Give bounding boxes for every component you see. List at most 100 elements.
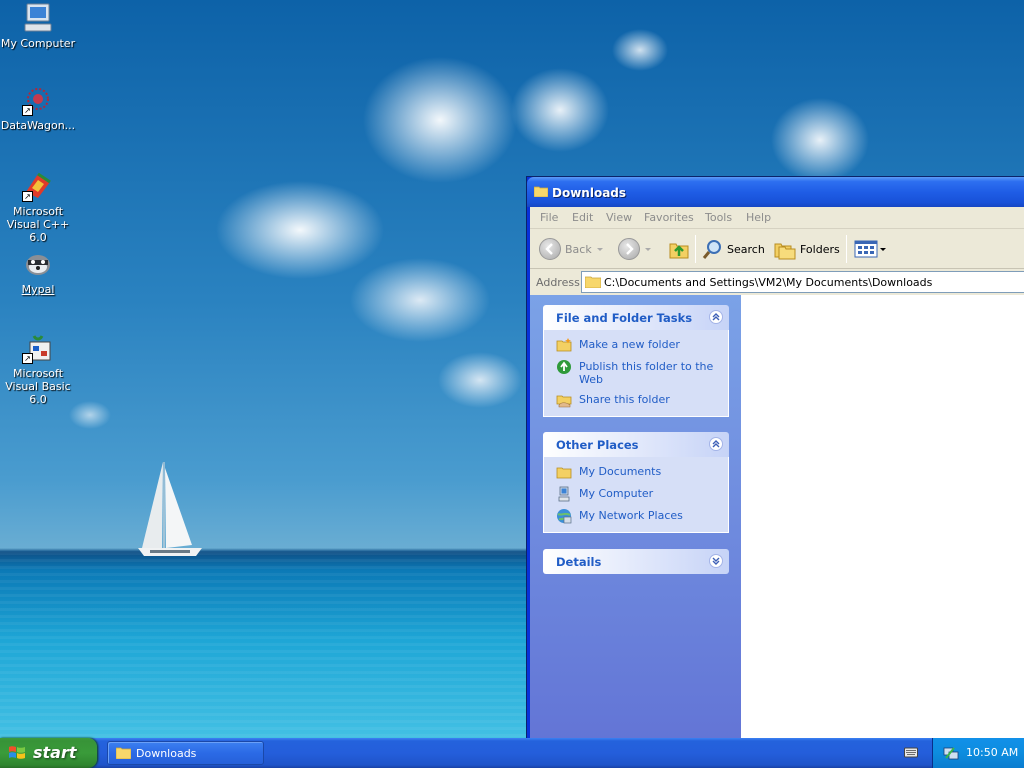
desktop-icon-visual-basic[interactable]: ↗ Microsoft Visual Basic 6.0 (0, 332, 78, 406)
up-folder-icon (669, 243, 689, 259)
sea-wallpaper (0, 552, 530, 738)
folders-button[interactable]: Folders (774, 235, 840, 263)
other-places-header[interactable]: Other Places (543, 432, 729, 457)
address-input[interactable]: C:\Documents and Settings\VM2\My Documen… (581, 271, 1024, 293)
my-computer-link[interactable]: My Computer (556, 486, 718, 502)
link-label: Share this folder (579, 393, 670, 406)
file-folder-tasks-panel: File and Folder Tasks Make a new folder (543, 305, 729, 417)
keyboard-icon[interactable] (904, 747, 918, 758)
address-bar: Address C:\Documents and Settings\VM2\My… (530, 269, 1024, 295)
sailboat-wallpaper (138, 462, 202, 556)
my-documents-link[interactable]: My Documents (556, 465, 718, 480)
explorer-window[interactable]: Downloads File Edit View Favorites Tools… (526, 176, 1024, 739)
address-label: Address (536, 276, 580, 289)
other-places-body: My Documents My Computer My Network Plac… (543, 457, 729, 533)
menu-tools[interactable]: Tools (705, 211, 732, 224)
publish-folder-web-link[interactable]: Publish this folder to the Web (556, 360, 718, 386)
details-header[interactable]: Details (543, 549, 729, 574)
network-tray-icon[interactable] (943, 745, 959, 761)
back-arrow-icon (539, 238, 561, 260)
share-folder-link[interactable]: Share this folder (556, 393, 718, 408)
link-label: Make a new folder (579, 338, 680, 351)
link-label: My Documents (579, 465, 662, 478)
desktop-icon-label: My Computer (0, 37, 76, 50)
back-button[interactable]: Back (539, 235, 603, 263)
my-computer-icon (22, 2, 54, 34)
system-tray: 10:50 AM (932, 738, 1024, 768)
visual-cpp-icon: ↗ (22, 170, 54, 202)
visual-basic-icon: ↗ (22, 332, 54, 364)
desktop-icon-my-computer[interactable]: My Computer (0, 2, 78, 50)
up-folder-button[interactable] (668, 235, 690, 263)
views-icon (854, 240, 878, 258)
my-documents-icon (556, 467, 572, 479)
title-bar[interactable]: Downloads (527, 177, 1024, 207)
link-label: My Computer (579, 487, 654, 500)
search-button[interactable]: Search (701, 235, 765, 263)
details-panel: Details (543, 549, 729, 574)
my-computer-icon (558, 486, 570, 502)
my-network-places-link[interactable]: My Network Places (556, 509, 718, 524)
desktop-icon-mypal[interactable]: Mypal (0, 248, 78, 296)
new-folder-icon (556, 338, 572, 352)
shortcut-arrow-icon: ↗ (22, 191, 33, 202)
desktop-icon-datawagon[interactable]: ↗ DataWagon... (0, 84, 78, 132)
views-button[interactable] (854, 235, 886, 263)
desktop-icon-label: Mypal (21, 283, 55, 296)
start-label: start (33, 743, 77, 762)
folder-icon (116, 747, 131, 759)
menu-view[interactable]: View (606, 211, 632, 224)
clock[interactable]: 10:50 AM (966, 746, 1018, 759)
menu-edit[interactable]: Edit (572, 211, 593, 224)
publish-web-icon (557, 360, 571, 374)
search-label: Search (727, 242, 765, 256)
forward-dropdown-icon[interactable] (645, 247, 651, 251)
other-places-panel: Other Places My Documents My Computer My… (543, 432, 729, 533)
link-label: Publish this folder to the Web (579, 360, 714, 386)
back-dropdown-icon[interactable] (596, 247, 603, 251)
file-folder-tasks-body: Make a new folder Publish this folder to… (543, 330, 729, 417)
mypal-icon (22, 248, 54, 280)
menu-help[interactable]: Help (746, 211, 771, 224)
folders-icon (774, 243, 796, 260)
folder-content-area[interactable] (741, 295, 1024, 739)
forward-button[interactable] (618, 235, 651, 263)
window-title: Downloads (552, 186, 627, 200)
forward-arrow-icon (618, 238, 640, 260)
shortcut-arrow-icon: ↗ (22, 105, 33, 116)
menu-file[interactable]: File (540, 211, 558, 224)
network-places-icon (557, 509, 572, 524)
panel-title: Details (556, 555, 602, 569)
link-label: My Network Places (579, 509, 683, 522)
expand-chevron-icon[interactable] (709, 554, 723, 568)
windows-logo-icon (9, 746, 25, 759)
folder-icon (534, 186, 548, 197)
back-label: Back (565, 242, 592, 256)
make-new-folder-link[interactable]: Make a new folder (556, 338, 718, 353)
taskbar: start Downloads 10:50 AM (0, 738, 1024, 768)
desktop-icon-visual-cpp[interactable]: ↗ Microsoft Visual C++ 6.0 (0, 170, 78, 244)
task-pane: File and Folder Tasks Make a new folder (530, 295, 741, 739)
start-button[interactable]: start (0, 738, 97, 768)
desktop-icon-label: Microsoft Visual C++ 6.0 (6, 205, 70, 244)
menu-favorites[interactable]: Favorites (644, 211, 694, 224)
panel-title: Other Places (556, 438, 639, 452)
folders-label: Folders (800, 242, 840, 256)
desktop-icon-label: DataWagon... (0, 119, 76, 132)
desktop-icon-label: Microsoft Visual Basic 6.0 (5, 367, 71, 406)
file-folder-tasks-header[interactable]: File and Folder Tasks (543, 305, 729, 330)
search-icon (702, 240, 721, 259)
views-dropdown-icon[interactable] (880, 247, 886, 251)
taskbar-button-downloads[interactable]: Downloads (107, 741, 264, 765)
collapse-chevron-icon[interactable] (709, 310, 723, 324)
taskbar-button-label: Downloads (136, 747, 197, 760)
share-folder-icon (556, 395, 572, 408)
menu-bar: File Edit View Favorites Tools Help (530, 207, 1024, 229)
panel-title: File and Folder Tasks (556, 311, 693, 325)
toolbar: Back Search Folders (530, 229, 1024, 269)
address-value: C:\Documents and Settings\VM2\My Documen… (604, 276, 933, 289)
shortcut-arrow-icon: ↗ (22, 353, 33, 364)
folder-icon (585, 276, 601, 288)
datawagon-icon: ↗ (22, 84, 54, 116)
collapse-chevron-icon[interactable] (709, 437, 723, 451)
